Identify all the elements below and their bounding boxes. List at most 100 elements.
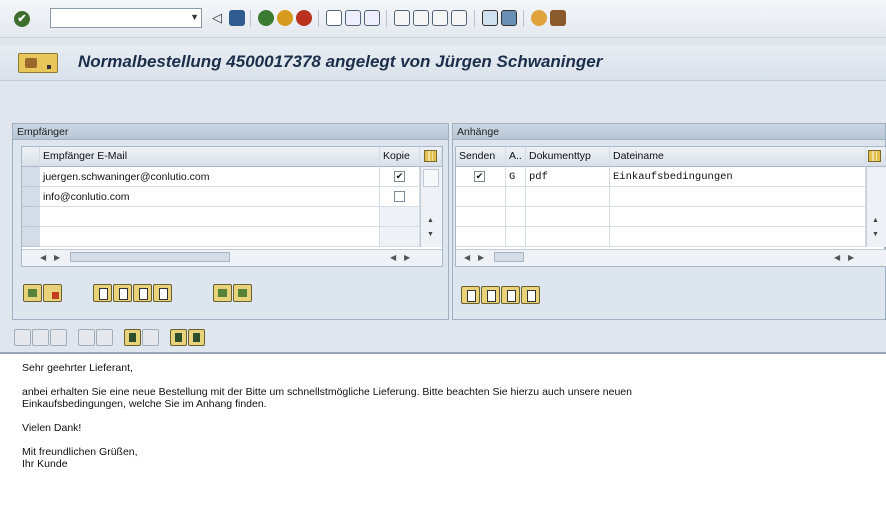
vertical-scrollbar[interactable]: ▲ ▼ xyxy=(420,167,442,247)
column-header-email[interactable]: Empfänger E-Mail xyxy=(40,147,380,167)
insert-row-icon[interactable] xyxy=(23,284,42,302)
scroll-down-icon[interactable]: ▼ xyxy=(427,231,434,238)
new-session-icon[interactable] xyxy=(482,10,498,26)
empty-cell[interactable] xyxy=(610,187,866,207)
copy-checkbox[interactable] xyxy=(394,191,405,202)
save-icon[interactable] xyxy=(229,10,245,26)
row-selector-header[interactable] xyxy=(22,147,40,167)
filename-cell[interactable]: Einkaufsbedingungen xyxy=(610,167,866,187)
back-icon[interactable] xyxy=(258,10,274,26)
email-text-editor[interactable]: Sehr geehrter Lieferant, anbei erhalten … xyxy=(0,352,886,515)
filter-icon[interactable] xyxy=(501,286,520,304)
empty-cell[interactable] xyxy=(456,227,506,247)
vertical-scrollbar[interactable]: ▲ ▼ xyxy=(866,167,886,247)
column-header-doctype[interactable]: Dokumenttyp xyxy=(526,147,610,167)
find-icon[interactable] xyxy=(345,10,361,26)
empty-cell[interactable] xyxy=(40,227,380,247)
horizontal-scrollbar[interactable]: ◀ ▶ ◀ ▶ xyxy=(456,249,886,266)
column-header-filename[interactable]: Dateiname xyxy=(610,147,866,167)
paste-icon[interactable] xyxy=(50,329,67,346)
scroll-up-icon[interactable]: ▲ xyxy=(427,217,434,224)
replace-text-icon[interactable] xyxy=(142,329,159,346)
undo-icon[interactable] xyxy=(78,329,95,346)
next-page-icon[interactable] xyxy=(432,10,448,26)
scroll-left-icon[interactable]: ◀ xyxy=(464,251,470,265)
empty-cell[interactable] xyxy=(456,187,506,207)
scroll-right-icon[interactable]: ▶ xyxy=(848,251,854,265)
help-icon[interactable] xyxy=(531,10,547,26)
save-file-icon[interactable] xyxy=(188,329,205,346)
export-icon[interactable] xyxy=(233,284,252,302)
copy-icon[interactable] xyxy=(32,329,49,346)
delete-filter-icon[interactable] xyxy=(521,286,540,304)
empty-cell[interactable] xyxy=(40,207,380,227)
scroll-left-icon[interactable]: ◀ xyxy=(834,251,840,265)
scroll-right-icon[interactable]: ▶ xyxy=(404,251,410,265)
sort-descending-icon[interactable] xyxy=(113,284,132,302)
column-header-copy[interactable]: Kopie xyxy=(380,147,420,167)
send-checkbox[interactable]: ✔ xyxy=(474,171,485,182)
row-selector[interactable] xyxy=(22,207,40,227)
empty-cell[interactable] xyxy=(456,207,506,227)
empty-cell[interactable] xyxy=(506,207,526,227)
first-page-icon[interactable] xyxy=(394,10,410,26)
redo-icon[interactable] xyxy=(96,329,113,346)
find-text-icon[interactable] xyxy=(124,329,141,346)
empty-cell[interactable] xyxy=(526,207,610,227)
scroll-left-icon[interactable]: ◀ xyxy=(390,251,396,265)
sort-ascending-icon[interactable] xyxy=(461,286,480,304)
scroll-down-icon[interactable]: ▼ xyxy=(872,231,879,238)
empty-cell[interactable] xyxy=(610,207,866,227)
copy-checkbox[interactable]: ✔ xyxy=(394,171,405,182)
column-header-a[interactable]: A.. xyxy=(506,147,526,167)
print-icon[interactable] xyxy=(326,10,342,26)
row-selector[interactable] xyxy=(22,167,40,187)
empty-cell[interactable] xyxy=(526,187,610,207)
purchase-order-icon[interactable] xyxy=(18,53,58,73)
column-layout-icon[interactable] xyxy=(868,150,881,162)
horizontal-scrollbar[interactable]: ◀ ▶ xyxy=(382,249,442,266)
delete-filter-icon[interactable] xyxy=(153,284,172,302)
scroll-right-icon[interactable]: ▶ xyxy=(54,251,60,265)
sort-descending-icon[interactable] xyxy=(481,286,500,304)
cancel-icon[interactable] xyxy=(296,10,312,26)
customize-layout-icon[interactable] xyxy=(550,10,566,26)
previous-page-icon[interactable] xyxy=(413,10,429,26)
shortcut-icon[interactable] xyxy=(501,10,517,26)
sort-ascending-icon[interactable] xyxy=(93,284,112,302)
last-page-icon[interactable] xyxy=(451,10,467,26)
enter-icon[interactable]: ✔ xyxy=(14,11,30,27)
empty-cell[interactable] xyxy=(526,227,610,247)
recipient-email-cell[interactable]: info@conlutio.com xyxy=(40,187,380,207)
exit-icon[interactable] xyxy=(277,10,293,26)
doctype-cell[interactable]: pdf xyxy=(526,167,610,187)
empty-cell[interactable] xyxy=(610,227,866,247)
empty-cell[interactable] xyxy=(380,227,420,247)
scroll-left-icon[interactable]: ◀ xyxy=(40,251,46,265)
editor-line: Mit freundlichen Grüßen, xyxy=(22,446,138,458)
column-header-send[interactable]: Senden xyxy=(456,147,506,167)
row-selector[interactable] xyxy=(22,227,40,247)
cut-icon[interactable] xyxy=(14,329,31,346)
recipient-email-cell[interactable]: juergen.schwaninger@conlutio.com xyxy=(40,167,380,187)
command-field[interactable]: ▼ xyxy=(50,8,202,28)
scrollbar-thumb[interactable] xyxy=(423,169,439,187)
scrollbar-thumb[interactable] xyxy=(70,252,230,262)
scrollbar-thumb[interactable] xyxy=(494,252,524,262)
scroll-right-icon[interactable]: ▶ xyxy=(478,251,484,265)
horizontal-scrollbar[interactable]: ◀ ▶ xyxy=(22,249,382,266)
column-layout-icon[interactable] xyxy=(424,150,437,162)
details-icon[interactable] xyxy=(213,284,232,302)
scroll-up-icon[interactable]: ▲ xyxy=(872,217,879,224)
load-file-icon[interactable] xyxy=(170,329,187,346)
empty-cell[interactable] xyxy=(506,187,526,207)
row-selector[interactable] xyxy=(22,187,40,207)
attachment-a-cell[interactable]: G xyxy=(506,167,526,187)
empty-cell[interactable] xyxy=(380,207,420,227)
back-arrow-icon[interactable]: ◁ xyxy=(212,10,228,26)
filter-icon[interactable] xyxy=(133,284,152,302)
chevron-down-icon[interactable]: ▼ xyxy=(190,12,199,22)
empty-cell[interactable] xyxy=(506,227,526,247)
delete-row-icon[interactable] xyxy=(43,284,62,302)
find-next-icon[interactable] xyxy=(364,10,380,26)
